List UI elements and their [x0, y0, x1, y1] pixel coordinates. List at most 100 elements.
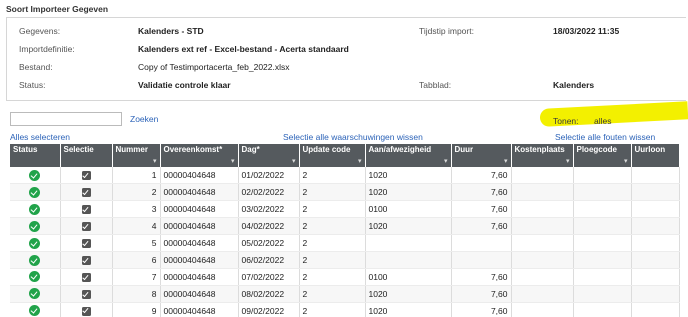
table-row[interactable]: 1 00000404648 01/02/2022 2 1020 7,60	[10, 167, 680, 185]
select-all-link[interactable]: Alles selecteren	[10, 132, 70, 142]
cell-aanafwezigheid[interactable]: 0100	[365, 268, 452, 286]
cell-nummer[interactable]: 6	[112, 251, 161, 269]
cell-duur[interactable]: 7,60	[451, 268, 512, 286]
cell-nummer[interactable]: 5	[112, 234, 161, 252]
cell-overeenkomst[interactable]: 00000404648	[160, 217, 239, 236]
cell-status[interactable]	[10, 167, 61, 185]
cell-update-code[interactable]: 2	[299, 167, 366, 185]
cell-aanafwezigheid[interactable]: 0100	[365, 200, 452, 219]
table-row[interactable]: 7 00000404648 07/02/2022 2 0100 7,60	[10, 268, 680, 286]
cell-selectie[interactable]	[60, 285, 113, 303]
cell-ploegcode[interactable]	[573, 183, 632, 202]
cell-nummer[interactable]: 2	[112, 183, 161, 202]
cell-uurloon[interactable]	[631, 167, 680, 185]
cell-duur[interactable]	[451, 234, 512, 252]
cell-selectie[interactable]	[60, 167, 113, 185]
select-checkbox[interactable]	[81, 171, 91, 181]
cell-status[interactable]	[10, 302, 61, 317]
cell-kostenplaats[interactable]	[511, 183, 574, 202]
cell-ploegcode[interactable]	[573, 200, 632, 219]
cell-update-code[interactable]: 2	[299, 268, 366, 286]
table-row[interactable]: 9 00000404648 09/02/2022 2 1020 7,60	[10, 302, 680, 317]
cell-overeenkomst[interactable]: 00000404648	[160, 251, 239, 269]
select-checkbox[interactable]	[81, 289, 91, 299]
cell-dag[interactable]: 03/02/2022	[238, 200, 300, 219]
search-button[interactable]: Zoeken	[130, 114, 158, 124]
cell-dag[interactable]: 04/02/2022	[238, 217, 300, 236]
cell-dag[interactable]: 01/02/2022	[238, 167, 300, 185]
cell-selectie[interactable]	[60, 183, 113, 202]
filter-icon[interactable]: ▾	[624, 157, 628, 165]
cell-overeenkomst[interactable]: 00000404648	[160, 302, 239, 317]
cell-dag[interactable]: 07/02/2022	[238, 268, 300, 286]
table-row[interactable]: 8 00000404648 08/02/2022 2 1020 7,60	[10, 285, 680, 303]
clear-warnings-link[interactable]: Selectie alle waarschuwingen wissen	[283, 132, 423, 142]
cell-ploegcode[interactable]	[573, 285, 632, 303]
cell-status[interactable]	[10, 200, 61, 219]
cell-uurloon[interactable]	[631, 183, 680, 202]
cell-kostenplaats[interactable]	[511, 200, 574, 219]
cell-ploegcode[interactable]	[573, 217, 632, 236]
cell-duur[interactable]: 7,60	[451, 285, 512, 303]
cell-overeenkomst[interactable]: 00000404648	[160, 234, 239, 252]
cell-update-code[interactable]: 2	[299, 285, 366, 303]
clear-errors-link[interactable]: Selectie alle fouten wissen	[555, 132, 655, 142]
table-row[interactable]: 2 00000404648 02/02/2022 2 1020 7,60	[10, 183, 680, 202]
filter-icon[interactable]: ▾	[566, 157, 570, 165]
select-checkbox[interactable]	[81, 222, 91, 232]
cell-nummer[interactable]: 8	[112, 285, 161, 303]
cell-update-code[interactable]: 2	[299, 251, 366, 269]
cell-dag[interactable]: 09/02/2022	[238, 302, 300, 317]
cell-aanafwezigheid[interactable]	[365, 234, 452, 252]
filter-icon[interactable]: ▾	[153, 157, 157, 165]
column-header-nummer[interactable]: Nummer ▾	[112, 144, 161, 167]
cell-dag[interactable]: 05/02/2022	[238, 234, 300, 252]
column-header-duur[interactable]: Duur ▾	[451, 144, 512, 167]
filter-select[interactable]: alles	[594, 116, 611, 126]
cell-aanafwezigheid[interactable]: 1020	[365, 183, 452, 202]
cell-kostenplaats[interactable]	[511, 268, 574, 286]
select-checkbox[interactable]	[81, 188, 91, 198]
select-checkbox[interactable]	[81, 239, 91, 249]
select-checkbox[interactable]	[81, 256, 91, 266]
cell-status[interactable]	[10, 183, 61, 202]
filter-icon[interactable]: ▾	[292, 157, 296, 165]
cell-selectie[interactable]	[60, 302, 113, 317]
cell-kostenplaats[interactable]	[511, 251, 574, 269]
filter-icon[interactable]: ▾	[504, 157, 508, 165]
cell-uurloon[interactable]	[631, 234, 680, 252]
cell-duur[interactable]: 7,60	[451, 167, 512, 185]
cell-nummer[interactable]: 9	[112, 302, 161, 317]
column-header-selectie[interactable]: Selectie	[60, 144, 113, 167]
cell-status[interactable]	[10, 285, 61, 303]
cell-overeenkomst[interactable]: 00000404648	[160, 285, 239, 303]
cell-dag[interactable]: 02/02/2022	[238, 183, 300, 202]
cell-aanafwezigheid[interactable]: 1020	[365, 302, 452, 317]
cell-overeenkomst[interactable]: 00000404648	[160, 167, 239, 185]
cell-duur[interactable]	[451, 251, 512, 269]
cell-kostenplaats[interactable]	[511, 217, 574, 236]
cell-selectie[interactable]	[60, 268, 113, 286]
cell-update-code[interactable]: 2	[299, 183, 366, 202]
cell-overeenkomst[interactable]: 00000404648	[160, 200, 239, 219]
cell-aanafwezigheid[interactable]	[365, 251, 452, 269]
cell-selectie[interactable]	[60, 217, 113, 236]
table-row[interactable]: 5 00000404648 05/02/2022 2	[10, 234, 680, 252]
table-row[interactable]: 4 00000404648 04/02/2022 2 1020 7,60	[10, 217, 680, 236]
cell-ploegcode[interactable]	[573, 251, 632, 269]
cell-selectie[interactable]	[60, 251, 113, 269]
cell-update-code[interactable]: 2	[299, 234, 366, 252]
table-row[interactable]: 6 00000404648 06/02/2022 2	[10, 251, 680, 269]
cell-status[interactable]	[10, 251, 61, 269]
cell-uurloon[interactable]	[631, 285, 680, 303]
cell-nummer[interactable]: 1	[112, 167, 161, 185]
cell-kostenplaats[interactable]	[511, 285, 574, 303]
cell-duur[interactable]: 7,60	[451, 302, 512, 317]
cell-ploegcode[interactable]	[573, 302, 632, 317]
cell-duur[interactable]: 7,60	[451, 217, 512, 236]
cell-kostenplaats[interactable]	[511, 302, 574, 317]
cell-selectie[interactable]	[60, 200, 113, 219]
cell-duur[interactable]: 7,60	[451, 183, 512, 202]
cell-nummer[interactable]: 3	[112, 200, 161, 219]
cell-aanafwezigheid[interactable]: 1020	[365, 167, 452, 185]
